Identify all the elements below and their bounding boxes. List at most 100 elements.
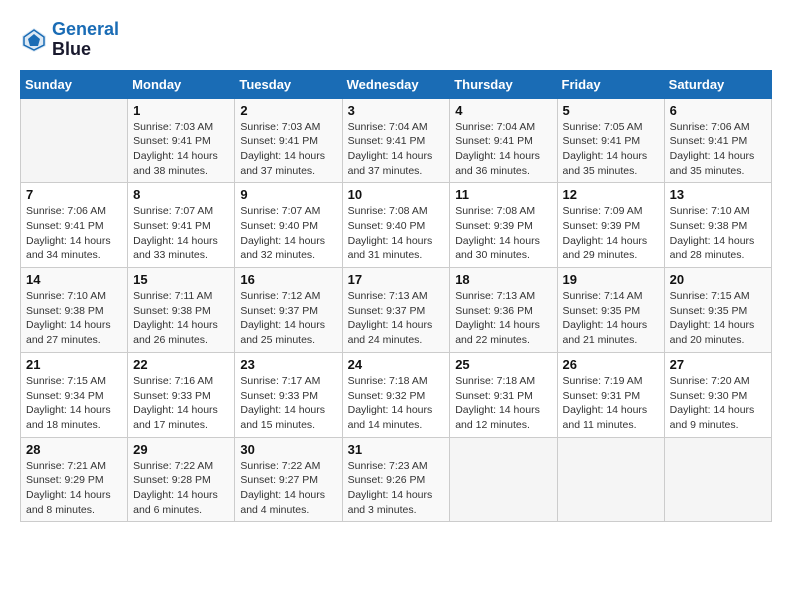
calendar-cell: 12 Sunrise: 7:09 AMSunset: 9:39 PMDaylig… [557,183,664,268]
calendar-cell: 5 Sunrise: 7:05 AMSunset: 9:41 PMDayligh… [557,98,664,183]
calendar-cell: 25 Sunrise: 7:18 AMSunset: 9:31 PMDaylig… [450,352,557,437]
day-number: 13 [670,187,766,202]
day-number: 31 [348,442,445,457]
page-header: General Blue [20,20,772,60]
day-number: 15 [133,272,229,287]
day-info: Sunrise: 7:15 AMSunset: 9:35 PMDaylight:… [670,289,766,348]
day-number: 5 [563,103,659,118]
day-number: 16 [240,272,336,287]
day-info: Sunrise: 7:17 AMSunset: 9:33 PMDaylight:… [240,374,336,433]
calendar-cell: 6 Sunrise: 7:06 AMSunset: 9:41 PMDayligh… [664,98,771,183]
calendar-cell: 2 Sunrise: 7:03 AMSunset: 9:41 PMDayligh… [235,98,342,183]
day-number: 26 [563,357,659,372]
calendar-week-5: 28 Sunrise: 7:21 AMSunset: 9:29 PMDaylig… [21,437,772,522]
calendar-cell [21,98,128,183]
calendar-cell [557,437,664,522]
day-number: 7 [26,187,122,202]
day-info: Sunrise: 7:13 AMSunset: 9:37 PMDaylight:… [348,289,445,348]
calendar-cell: 19 Sunrise: 7:14 AMSunset: 9:35 PMDaylig… [557,268,664,353]
day-number: 2 [240,103,336,118]
day-number: 29 [133,442,229,457]
day-info: Sunrise: 7:13 AMSunset: 9:36 PMDaylight:… [455,289,551,348]
day-info: Sunrise: 7:04 AMSunset: 9:41 PMDaylight:… [348,120,445,179]
day-info: Sunrise: 7:08 AMSunset: 9:39 PMDaylight:… [455,204,551,263]
day-number: 21 [26,357,122,372]
calendar-week-1: 1 Sunrise: 7:03 AMSunset: 9:41 PMDayligh… [21,98,772,183]
day-info: Sunrise: 7:20 AMSunset: 9:30 PMDaylight:… [670,374,766,433]
day-number: 23 [240,357,336,372]
day-info: Sunrise: 7:07 AMSunset: 9:40 PMDaylight:… [240,204,336,263]
calendar-cell: 24 Sunrise: 7:18 AMSunset: 9:32 PMDaylig… [342,352,450,437]
day-info: Sunrise: 7:11 AMSunset: 9:38 PMDaylight:… [133,289,229,348]
column-header-wednesday: Wednesday [342,70,450,98]
day-info: Sunrise: 7:10 AMSunset: 9:38 PMDaylight:… [26,289,122,348]
day-info: Sunrise: 7:04 AMSunset: 9:41 PMDaylight:… [455,120,551,179]
calendar-cell: 11 Sunrise: 7:08 AMSunset: 9:39 PMDaylig… [450,183,557,268]
calendar-cell: 27 Sunrise: 7:20 AMSunset: 9:30 PMDaylig… [664,352,771,437]
day-number: 18 [455,272,551,287]
day-info: Sunrise: 7:12 AMSunset: 9:37 PMDaylight:… [240,289,336,348]
calendar-cell: 14 Sunrise: 7:10 AMSunset: 9:38 PMDaylig… [21,268,128,353]
calendar-week-3: 14 Sunrise: 7:10 AMSunset: 9:38 PMDaylig… [21,268,772,353]
logo-text: General Blue [52,20,119,60]
day-info: Sunrise: 7:08 AMSunset: 9:40 PMDaylight:… [348,204,445,263]
calendar-cell: 10 Sunrise: 7:08 AMSunset: 9:40 PMDaylig… [342,183,450,268]
day-number: 1 [133,103,229,118]
day-number: 11 [455,187,551,202]
calendar-week-4: 21 Sunrise: 7:15 AMSunset: 9:34 PMDaylig… [21,352,772,437]
day-number: 27 [670,357,766,372]
calendar-cell [450,437,557,522]
calendar-cell: 23 Sunrise: 7:17 AMSunset: 9:33 PMDaylig… [235,352,342,437]
column-header-monday: Monday [128,70,235,98]
calendar-cell: 17 Sunrise: 7:13 AMSunset: 9:37 PMDaylig… [342,268,450,353]
day-info: Sunrise: 7:10 AMSunset: 9:38 PMDaylight:… [670,204,766,263]
day-number: 9 [240,187,336,202]
calendar-cell: 18 Sunrise: 7:13 AMSunset: 9:36 PMDaylig… [450,268,557,353]
day-number: 3 [348,103,445,118]
day-info: Sunrise: 7:18 AMSunset: 9:31 PMDaylight:… [455,374,551,433]
day-info: Sunrise: 7:23 AMSunset: 9:26 PMDaylight:… [348,459,445,518]
day-info: Sunrise: 7:09 AMSunset: 9:39 PMDaylight:… [563,204,659,263]
calendar-cell: 21 Sunrise: 7:15 AMSunset: 9:34 PMDaylig… [21,352,128,437]
day-number: 12 [563,187,659,202]
day-info: Sunrise: 7:22 AMSunset: 9:28 PMDaylight:… [133,459,229,518]
calendar-cell: 16 Sunrise: 7:12 AMSunset: 9:37 PMDaylig… [235,268,342,353]
day-number: 4 [455,103,551,118]
calendar-header-row: SundayMondayTuesdayWednesdayThursdayFrid… [21,70,772,98]
day-info: Sunrise: 7:03 AMSunset: 9:41 PMDaylight:… [133,120,229,179]
day-number: 10 [348,187,445,202]
column-header-saturday: Saturday [664,70,771,98]
day-number: 22 [133,357,229,372]
column-header-tuesday: Tuesday [235,70,342,98]
day-number: 28 [26,442,122,457]
calendar-cell: 22 Sunrise: 7:16 AMSunset: 9:33 PMDaylig… [128,352,235,437]
logo-icon [20,26,48,54]
logo: General Blue [20,20,119,60]
day-number: 6 [670,103,766,118]
calendar-cell: 31 Sunrise: 7:23 AMSunset: 9:26 PMDaylig… [342,437,450,522]
calendar-cell: 9 Sunrise: 7:07 AMSunset: 9:40 PMDayligh… [235,183,342,268]
day-info: Sunrise: 7:16 AMSunset: 9:33 PMDaylight:… [133,374,229,433]
calendar-week-2: 7 Sunrise: 7:06 AMSunset: 9:41 PMDayligh… [21,183,772,268]
calendar-cell: 30 Sunrise: 7:22 AMSunset: 9:27 PMDaylig… [235,437,342,522]
calendar-table: SundayMondayTuesdayWednesdayThursdayFrid… [20,70,772,523]
column-header-sunday: Sunday [21,70,128,98]
day-number: 20 [670,272,766,287]
day-info: Sunrise: 7:18 AMSunset: 9:32 PMDaylight:… [348,374,445,433]
calendar-cell: 3 Sunrise: 7:04 AMSunset: 9:41 PMDayligh… [342,98,450,183]
calendar-cell: 28 Sunrise: 7:21 AMSunset: 9:29 PMDaylig… [21,437,128,522]
calendar-cell: 29 Sunrise: 7:22 AMSunset: 9:28 PMDaylig… [128,437,235,522]
day-info: Sunrise: 7:15 AMSunset: 9:34 PMDaylight:… [26,374,122,433]
day-number: 25 [455,357,551,372]
day-number: 19 [563,272,659,287]
calendar-cell: 13 Sunrise: 7:10 AMSunset: 9:38 PMDaylig… [664,183,771,268]
day-info: Sunrise: 7:21 AMSunset: 9:29 PMDaylight:… [26,459,122,518]
day-number: 8 [133,187,229,202]
day-info: Sunrise: 7:05 AMSunset: 9:41 PMDaylight:… [563,120,659,179]
day-number: 30 [240,442,336,457]
day-number: 24 [348,357,445,372]
day-number: 17 [348,272,445,287]
calendar-cell [664,437,771,522]
column-header-friday: Friday [557,70,664,98]
day-info: Sunrise: 7:22 AMSunset: 9:27 PMDaylight:… [240,459,336,518]
